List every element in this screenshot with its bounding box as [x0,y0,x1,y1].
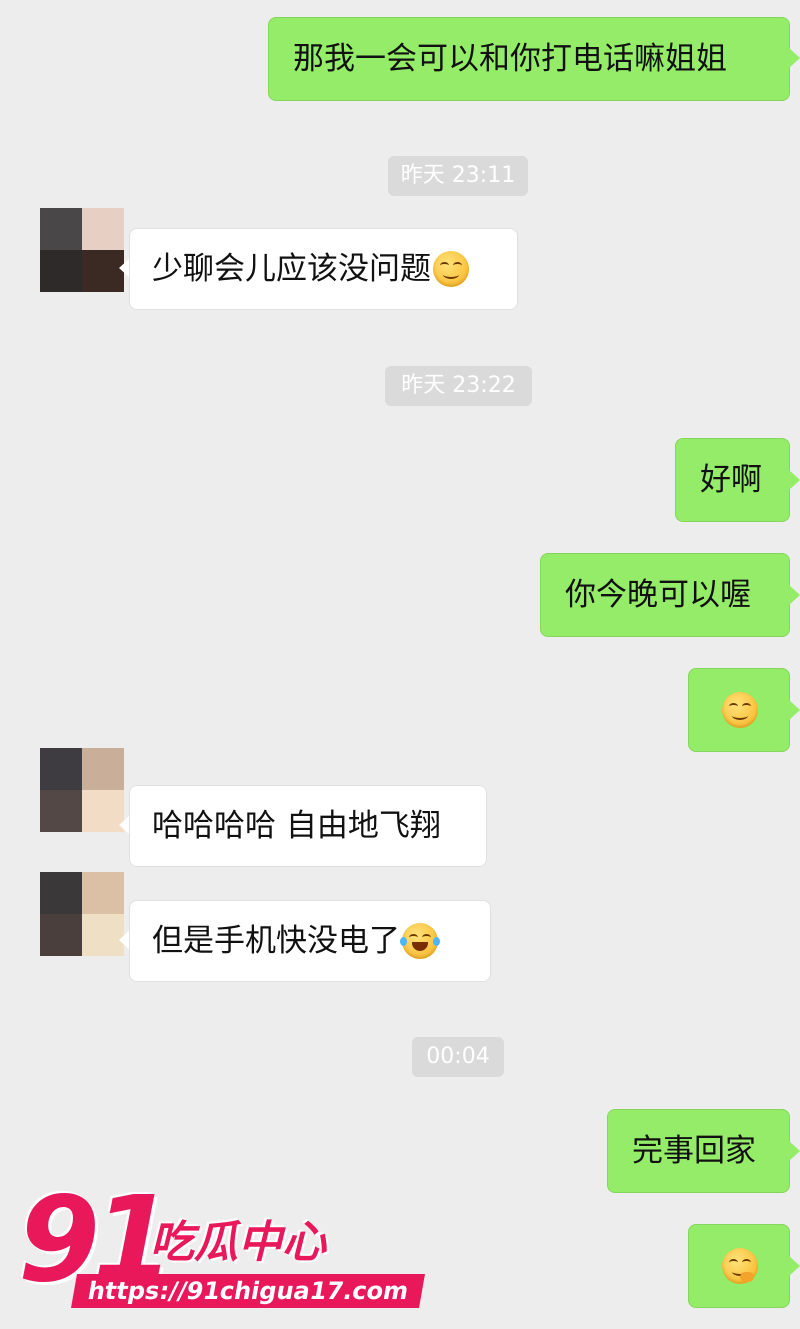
watermark-logo: 91 吃瓜中心 https://91chigua17.com [18,1170,426,1315]
message-bubble[interactable]: 少聊会儿应该没问题 [129,228,518,310]
bubble-tail [789,585,800,605]
message-text: 完事回家 [632,1132,756,1169]
bubble-tail [789,48,800,68]
timestamp: 昨天 23:11 [388,156,528,196]
tears-of-joy-emoji [400,923,440,959]
message-bubble[interactable]: 哈哈哈哈 自由地飞翔 [129,785,487,867]
grinning-emoji [433,251,469,287]
message-bubble[interactable]: 好啊 [675,438,790,522]
timestamp: 昨天 23:22 [385,366,532,406]
message-text: 少聊会儿应该没问题 [152,250,431,287]
message-bubble[interactable]: 你今晚可以喔 [540,553,790,637]
bubble-tail [789,700,800,720]
message-bubble[interactable]: 完事回家 [607,1109,790,1193]
avatar[interactable] [40,208,124,292]
bubble-tail [789,1141,800,1161]
avatar[interactable] [40,872,124,956]
message-bubble[interactable]: 但是手机快没电了 [129,900,491,982]
watermark-name: 吃瓜中心 [150,1217,326,1268]
timestamp: 00:04 [412,1037,504,1077]
bubble-tail [789,1256,800,1276]
message-text: 你今晚可以喔 [565,576,751,613]
message-text: 好啊 [700,461,762,498]
thinking-emoji [722,1248,758,1284]
message-bubble[interactable] [688,668,790,752]
message-text: 但是手机快没电了 [152,922,400,959]
avatar[interactable] [40,748,124,832]
message-bubble[interactable]: 那我一会可以和你打电话嘛姐姐 [268,17,790,101]
bubble-tail [789,470,800,490]
message-text: 那我一会可以和你打电话嘛姐姐 [293,40,727,77]
grinning-emoji [722,692,758,728]
message-bubble[interactable] [688,1224,790,1308]
message-text: 哈哈哈哈 自由地飞翔 [152,807,441,844]
watermark-url: https://91chigua17.com [71,1274,426,1308]
